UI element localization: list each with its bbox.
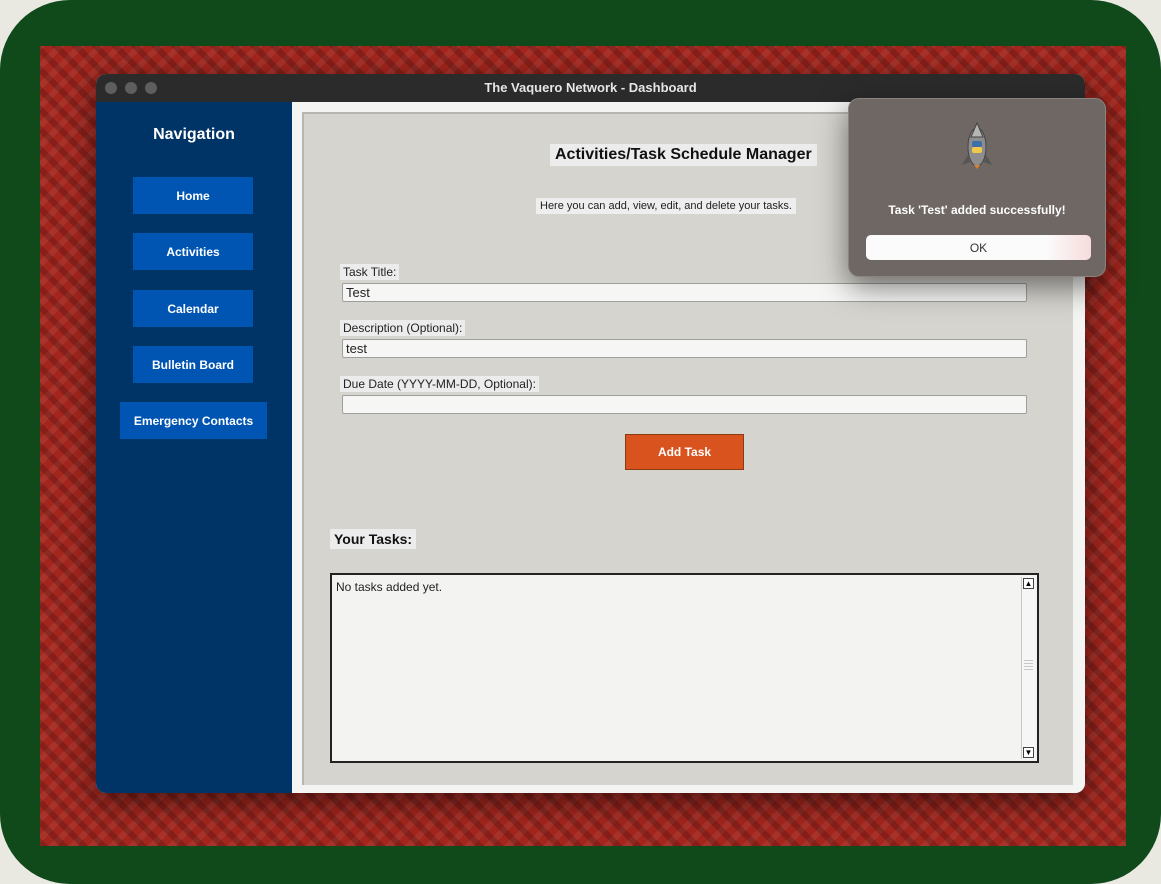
success-dialog: Task 'Test' added successfully! OK (848, 98, 1106, 277)
nav-bulletin-board-button[interactable]: Bulletin Board (133, 346, 253, 383)
scroll-grip-icon[interactable] (1024, 660, 1033, 672)
tasks-empty-text: No tasks added yet. (336, 580, 443, 594)
add-task-button[interactable]: Add Task (625, 434, 744, 470)
navigation-title: Navigation (153, 126, 235, 143)
close-window-button[interactable] (105, 82, 117, 94)
nav-emergency-contacts-button[interactable]: Emergency Contacts (120, 402, 267, 439)
minimize-window-button[interactable] (125, 82, 137, 94)
description-input[interactable] (342, 339, 1027, 358)
page-title: Activities/Task Schedule Manager (550, 144, 817, 166)
window-title: The Vaquero Network - Dashboard (484, 80, 697, 95)
python-rocket-icon (955, 117, 999, 169)
your-tasks-label: Your Tasks: (330, 529, 417, 549)
outer-frame: The Vaquero Network - Dashboard Navigati… (0, 0, 1161, 884)
scroll-up-icon[interactable]: ▲ (1023, 578, 1034, 589)
window-controls (105, 82, 157, 94)
ok-button[interactable]: OK (866, 235, 1091, 260)
nav-calendar-button[interactable]: Calendar (133, 290, 253, 327)
navigation-sidebar: Navigation Home Activities Calendar Bull… (96, 102, 292, 793)
task-title-label: Task Title: (340, 264, 400, 280)
dialog-message: Task 'Test' added successfully! (888, 203, 1066, 217)
task-title-input[interactable] (342, 283, 1027, 302)
tasks-scrollbar[interactable]: ▲ ▼ (1021, 577, 1035, 759)
due-date-label: Due Date (YYYY-MM-DD, Optional): (340, 376, 539, 392)
due-date-input[interactable] (342, 395, 1027, 414)
nav-home-button[interactable]: Home (133, 177, 253, 214)
zoom-window-button[interactable] (145, 82, 157, 94)
nav-activities-button[interactable]: Activities (133, 233, 253, 270)
intro-text: Here you can add, view, edit, and delete… (536, 198, 796, 214)
tasks-listbox[interactable]: No tasks added yet. ▲ ▼ (330, 573, 1039, 763)
description-label: Description (Optional): (340, 320, 466, 336)
scroll-down-icon[interactable]: ▼ (1023, 747, 1034, 758)
